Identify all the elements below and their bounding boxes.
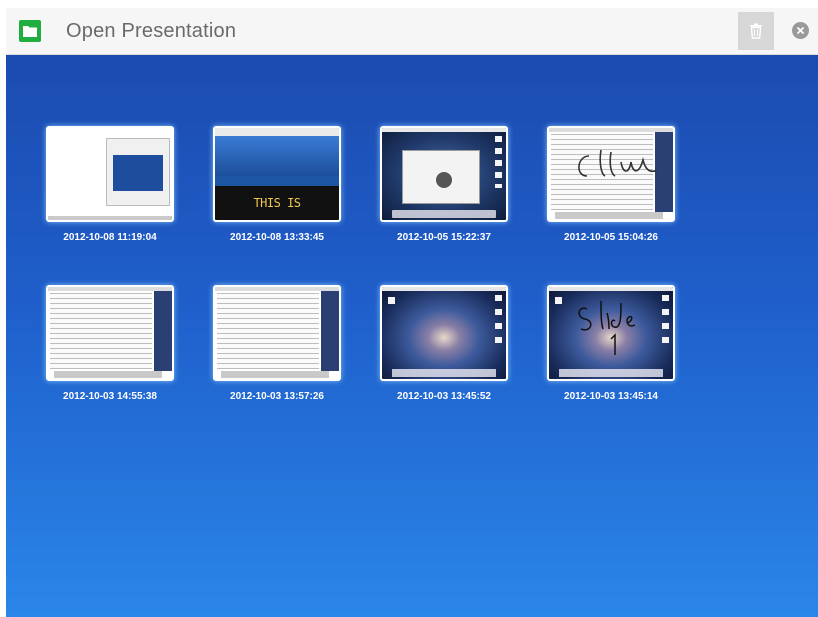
presentation-thumbnail[interactable]	[547, 285, 675, 381]
presentation-thumbnail[interactable]: THIS IS DISPLAYNOTE	[213, 126, 341, 222]
presentation-timestamp: 2012-10-08 13:33:45	[230, 232, 324, 243]
presentation-item[interactable]: 2012-10-05 15:04:26	[547, 126, 675, 243]
presentation-timestamp: 2012-10-03 14:55:38	[63, 391, 157, 402]
presentation-item[interactable]: 2012-10-03 13:45:14	[547, 285, 675, 402]
presentation-thumbnail[interactable]	[547, 126, 675, 222]
presentation-item[interactable]: 2012-10-03 13:57:26	[213, 285, 341, 402]
presentation-thumbnail[interactable]	[46, 126, 174, 222]
presentation-thumbnail[interactable]	[380, 285, 508, 381]
presentation-thumbnail[interactable]	[46, 285, 174, 381]
presentation-thumbnail[interactable]	[213, 285, 341, 381]
title-bar: Open Presentation	[6, 8, 818, 55]
close-button[interactable]	[792, 22, 809, 39]
presentation-item[interactable]: 2012-10-03 14:55:38	[46, 285, 174, 402]
presentation-item[interactable]: THIS IS DISPLAYNOTE 2012-10-08 13:33:45	[213, 126, 341, 243]
presentation-item[interactable]: 2012-10-05 15:22:37	[380, 126, 508, 243]
dialog-title: Open Presentation	[66, 20, 237, 42]
thumbnail-annotation: THIS IS DISPLAYNOTE	[215, 186, 339, 220]
folder-icon	[19, 20, 41, 42]
presentation-thumbnail[interactable]	[380, 126, 508, 222]
close-icon	[796, 26, 805, 35]
presentation-item[interactable]: 2012-10-08 11:19:04	[46, 126, 174, 243]
trash-icon	[750, 23, 762, 39]
presentation-timestamp: 2012-10-05 15:22:37	[397, 232, 491, 243]
presentation-item[interactable]: 2012-10-03 13:45:52	[380, 285, 508, 402]
presentation-timestamp: 2012-10-03 13:45:52	[397, 391, 491, 402]
handwriting-scribble	[578, 149, 658, 177]
presentation-timestamp: 2012-10-03 13:45:14	[564, 391, 658, 402]
handwriting-scribble	[578, 300, 636, 355]
presentation-timestamp: 2012-10-08 11:19:04	[63, 232, 157, 243]
presentation-timestamp: 2012-10-03 13:57:26	[230, 391, 324, 402]
open-presentation-dialog: Open Presentation 2012-10-08 11:19:04 TH…	[0, 0, 818, 617]
delete-button[interactable]	[738, 12, 774, 50]
presentation-timestamp: 2012-10-05 15:04:26	[564, 232, 658, 243]
presentation-grid: 2012-10-08 11:19:04 THIS IS DISPLAYNOTE …	[6, 55, 818, 617]
